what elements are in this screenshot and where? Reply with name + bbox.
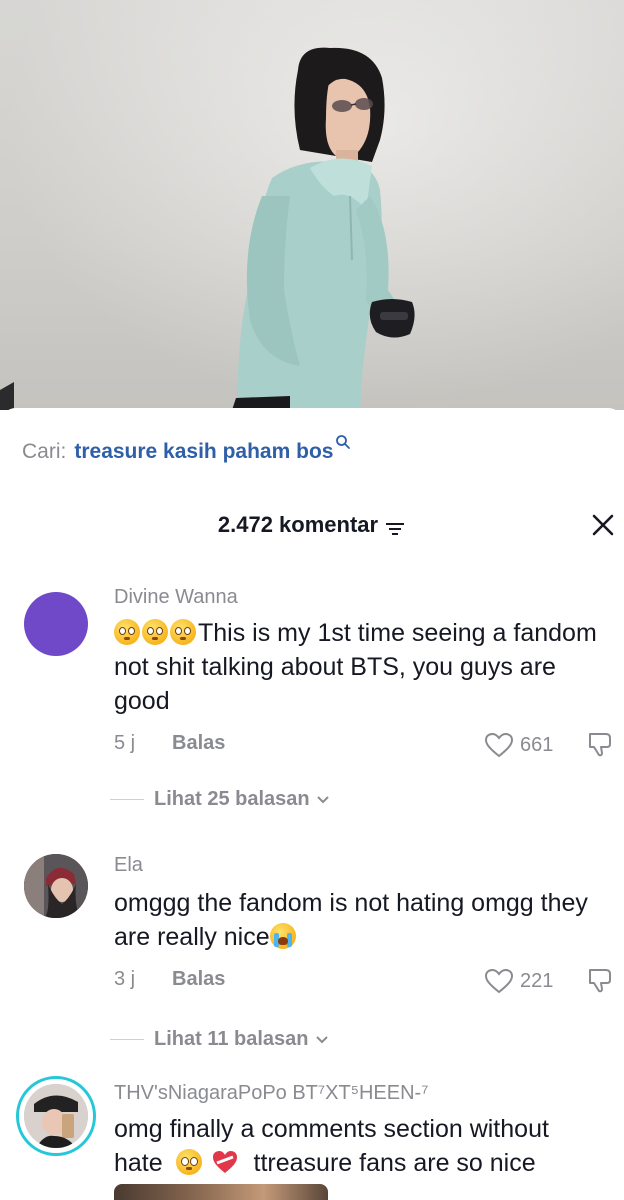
divider <box>110 799 144 800</box>
comment-meta: 3 j Balas <box>114 968 225 991</box>
comments-sheet: Cari: treasure kasih paham bos 2.472 kom… <box>0 408 624 1200</box>
comment-author[interactable]: THV'sNiagaraPoPo BT⁷XT⁵HEEN-⁷ <box>114 1082 428 1105</box>
search-icon[interactable] <box>335 432 351 449</box>
comment-text-line: hate ttreasure fans are so nice <box>114 1146 614 1180</box>
search-suggestion[interactable]: Cari: treasure kasih paham bos <box>22 435 351 464</box>
comment-count-title: 2.472 komentar <box>217 512 379 537</box>
flushed-emoji <box>170 619 196 645</box>
dislike-icon <box>589 969 611 993</box>
divider <box>110 1039 144 1040</box>
comment-time: 3 j <box>114 968 136 990</box>
comment-author[interactable]: Divine Wanna <box>114 586 238 609</box>
mending-heart-emoji <box>211 1149 239 1175</box>
heart-icon <box>484 968 514 994</box>
comment-text-fragment: hate <box>114 1149 163 1177</box>
loudly-crying-emoji <box>269 923 296 949</box>
dislike-button[interactable] <box>586 966 614 999</box>
chevron-down-icon <box>315 1035 328 1043</box>
video-frame-person <box>0 47 415 410</box>
story-ring[interactable] <box>16 1076 96 1156</box>
view-replies-label: Lihat 11 balasan <box>154 1028 309 1050</box>
comment-text: omg finally a comments section without h… <box>114 1112 614 1180</box>
heart-icon <box>484 732 514 758</box>
like-button[interactable]: 221 <box>484 968 553 994</box>
comment-text-content: omggg the fandom is not hating omgg they… <box>114 889 588 951</box>
comment-text-fragment: ttreasure fans are so nice <box>253 1149 536 1177</box>
close-button[interactable] <box>588 510 618 540</box>
dislike-button[interactable] <box>586 730 614 763</box>
close-icon <box>592 514 614 536</box>
video-player[interactable] <box>0 0 624 410</box>
search-prefix: Cari: <box>22 440 67 463</box>
comment-author[interactable]: Ela <box>114 854 143 877</box>
like-count: 221 <box>520 969 554 992</box>
comment-meta: 5 j Balas <box>114 732 225 755</box>
view-replies-button[interactable]: Lihat 11 balasan <box>110 1028 329 1051</box>
comment-text: omggg the fandom is not hating omgg they… <box>114 886 614 954</box>
dislike-icon <box>589 733 611 757</box>
view-replies-button[interactable]: Lihat 25 balasan <box>110 788 330 811</box>
avatar[interactable] <box>24 854 88 918</box>
flushed-emoji <box>114 619 140 645</box>
sort-icon[interactable] <box>384 517 406 535</box>
search-query-link[interactable]: treasure kasih paham bos <box>74 440 333 464</box>
view-replies-label: Lihat 25 balasan <box>154 788 310 810</box>
comments-header: 2.472 komentar <box>0 508 624 544</box>
reply-button[interactable]: Balas <box>172 968 225 991</box>
avatar[interactable] <box>24 1084 88 1148</box>
attached-image-preview[interactable] <box>114 1184 328 1200</box>
chevron-down-icon <box>316 795 329 803</box>
reply-button[interactable]: Balas <box>172 732 225 755</box>
comment-time: 5 j <box>114 732 136 754</box>
pleading-emoji <box>175 1149 202 1175</box>
avatar[interactable] <box>24 592 88 656</box>
comment-text-line: omg finally a comments section without <box>114 1115 549 1143</box>
like-count: 661 <box>520 733 554 756</box>
like-button[interactable]: 661 <box>484 732 553 758</box>
comment-text: This is my 1st time seeing a fandom not … <box>114 616 614 718</box>
flushed-emoji <box>142 619 168 645</box>
